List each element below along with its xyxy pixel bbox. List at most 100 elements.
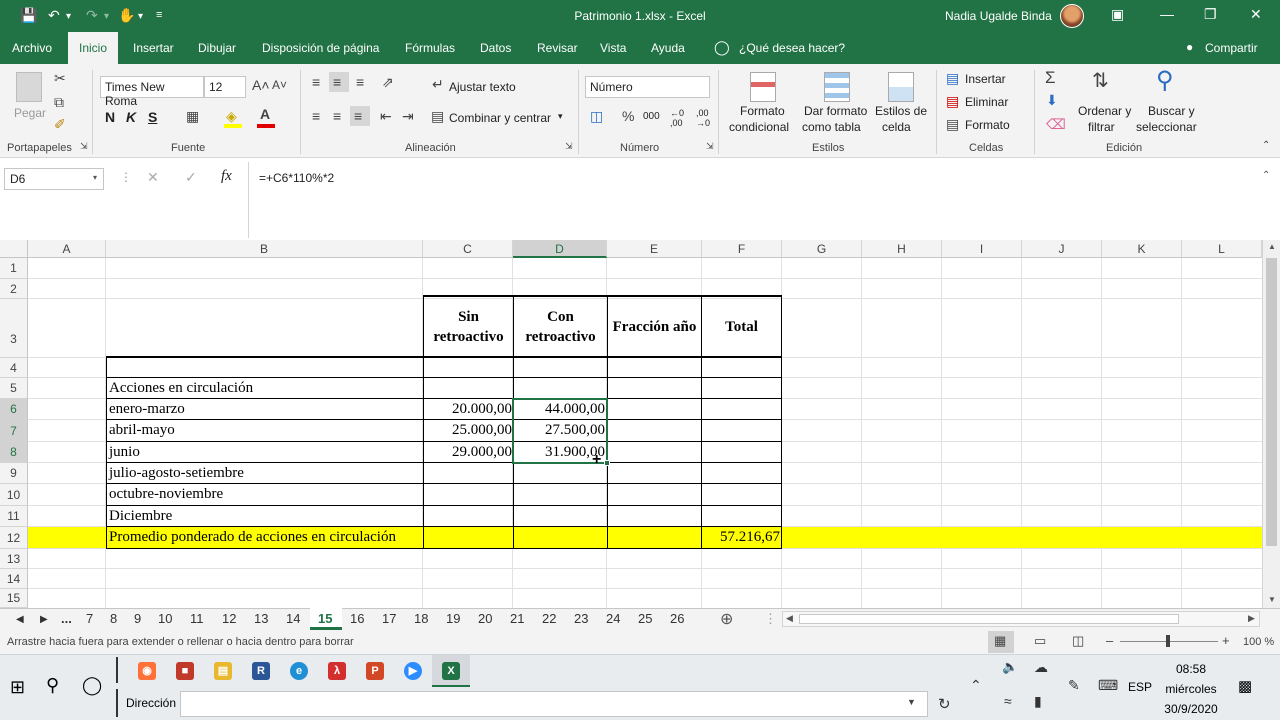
insert-function-icon[interactable]: fx — [221, 168, 232, 185]
ribbon-display-icon[interactable]: ▣ — [1111, 6, 1124, 23]
cut-icon[interactable]: ✂ — [54, 70, 66, 87]
delete-cells-icon[interactable]: ▤ — [946, 93, 959, 110]
pen-icon[interactable]: ✎ — [1068, 677, 1080, 694]
paste-button[interactable]: Pegar — [14, 106, 46, 120]
app-r-icon[interactable]: R — [252, 662, 270, 680]
cell-b11[interactable]: Diciembre — [109, 508, 172, 525]
col-header-f[interactable]: F — [702, 240, 782, 258]
tab-ayuda[interactable]: Ayuda — [651, 41, 685, 55]
windows-start-icon[interactable]: ⊞ — [10, 677, 25, 698]
cell-b10[interactable]: octubre-noviembre — [109, 486, 223, 503]
minimize-icon[interactable]: — — [1160, 6, 1174, 22]
cell-b7[interactable]: abril-mayo — [109, 422, 175, 439]
share-button[interactable]: Compartir — [1205, 41, 1258, 55]
undo-icon[interactable]: ↶ — [48, 7, 60, 24]
cell-styles-label-2[interactable]: celda — [882, 120, 911, 134]
wifi-icon[interactable]: ≈ — [1004, 693, 1012, 709]
select-all-corner[interactable] — [0, 240, 28, 258]
increase-indent-icon[interactable]: ⇥ — [402, 108, 414, 125]
number-format-select[interactable]: Número — [585, 76, 710, 98]
row-header-7[interactable]: 7 — [0, 420, 28, 442]
language-indicator[interactable]: ESP — [1128, 680, 1152, 694]
tab-formulas[interactable]: Fórmulas — [405, 41, 455, 55]
cell-c6[interactable]: 20.000,00 — [424, 401, 512, 418]
font-color-icon[interactable]: A — [260, 106, 270, 122]
dialog-launcher-icon[interactable]: ⇲ — [80, 141, 88, 152]
col-header-a[interactable]: A — [28, 240, 106, 258]
cloud-icon[interactable]: ☁ — [1034, 659, 1048, 676]
sheet-tab-22[interactable]: 22 — [542, 611, 556, 626]
decrease-decimal-icon[interactable]: ,00 →0 — [696, 108, 710, 128]
copy-icon[interactable]: ⧉ — [54, 94, 64, 111]
excel-icon[interactable]: X — [442, 662, 460, 680]
row-header-13[interactable]: 13 — [0, 549, 28, 569]
tell-me-search[interactable]: ¿Qué desea hacer? — [739, 41, 845, 55]
formula-input[interactable]: =+C6*110%*2 — [259, 171, 334, 185]
cell-b5[interactable]: Acciones en circulación — [109, 380, 253, 397]
chevron-up-icon[interactable]: ⌃ — [970, 677, 982, 694]
fill-icon[interactable]: ⬇ — [1046, 92, 1058, 109]
chevron-down-icon[interactable]: ▾ — [138, 11, 143, 22]
sheet-tab-21[interactable]: 21 — [510, 611, 524, 626]
chevron-down-icon[interactable]: ▾ — [93, 173, 97, 182]
grow-font-icon[interactable]: A˄ — [252, 77, 270, 93]
merge-center-icon[interactable]: ▤ — [431, 108, 444, 125]
scroll-down-icon[interactable]: ▼ — [1268, 595, 1276, 604]
row-header-4[interactable]: 4 — [0, 358, 28, 378]
italic-button[interactable]: K — [126, 109, 136, 125]
clear-icon[interactable]: ⌫ — [1046, 116, 1066, 133]
borders-icon[interactable]: ▦ — [186, 108, 199, 125]
cell-c8[interactable]: 29.000,00 — [424, 444, 512, 461]
row-header-9[interactable]: 9 — [0, 463, 28, 484]
row-header-12[interactable]: 12 — [0, 527, 28, 549]
save-icon[interactable]: 💾 — [20, 7, 37, 24]
chevron-down-icon[interactable]: ▾ — [104, 11, 109, 22]
sheet-tab-11[interactable]: 11 — [190, 611, 204, 626]
scroll-right-icon[interactable]: ▶ — [1248, 613, 1255, 624]
tab-inicio[interactable]: Inicio — [79, 41, 107, 55]
format-as-table-icon[interactable] — [824, 72, 850, 102]
search-icon[interactable]: ⚲ — [46, 675, 59, 696]
conditional-format-label-2[interactable]: condicional — [729, 120, 789, 134]
sort-filter-label-2[interactable]: filtrar — [1088, 120, 1115, 134]
sheet-tab-12[interactable]: 12 — [222, 611, 236, 626]
sheet-tab-18[interactable]: 18 — [414, 611, 428, 626]
redo-icon[interactable]: ↷ — [86, 7, 98, 24]
align-bottom-icon[interactable]: ≡ — [356, 74, 364, 90]
avatar[interactable] — [1060, 4, 1084, 28]
align-center-icon[interactable]: ≡ — [333, 108, 341, 124]
file-explorer-icon[interactable]: ▤ — [214, 662, 232, 680]
row-header-14[interactable]: 14 — [0, 569, 28, 589]
autosum-icon[interactable]: Σ — [1045, 68, 1056, 88]
collapse-formula-icon[interactable]: ⌃ — [1262, 170, 1270, 181]
sheet-tab-15[interactable]: 15 — [318, 611, 332, 626]
merge-center-button[interactable]: Combinar y centrar — [449, 111, 551, 125]
cell-styles-icon[interactable] — [888, 72, 914, 102]
thousands-separator-icon[interactable]: 000 — [643, 111, 660, 122]
format-as-table-label-1[interactable]: Dar formato — [804, 104, 867, 118]
check-icon[interactable]: ✓ — [185, 169, 197, 186]
scroll-left-icon[interactable]: ◀ — [786, 613, 793, 624]
sheet-tab-19[interactable]: 19 — [446, 611, 460, 626]
page-break-icon[interactable]: ◫ — [1072, 633, 1084, 649]
sheet-tab-9[interactable]: 9 — [134, 611, 141, 626]
add-sheet-icon[interactable]: ⊕ — [720, 609, 733, 629]
tab-insertar[interactable]: Insertar — [133, 41, 174, 55]
customize-qat-icon[interactable]: ≡ — [156, 9, 162, 21]
volume-icon[interactable]: 🔈 — [1002, 659, 1018, 675]
paste-icon[interactable] — [16, 72, 42, 102]
font-name-select[interactable]: Times New Roma — [100, 76, 204, 108]
page-layout-icon[interactable]: ▭ — [1034, 633, 1046, 649]
cancel-icon[interactable]: ✕ — [147, 169, 159, 186]
sort-filter-label-1[interactable]: Ordenar y — [1078, 104, 1131, 118]
font-size-select[interactable]: 12 — [204, 76, 246, 98]
tab-archivo[interactable]: Archivo — [12, 41, 52, 55]
collapse-ribbon-icon[interactable]: ⌃ — [1262, 140, 1270, 151]
align-right-icon[interactable]: ≡ — [354, 108, 362, 124]
cell-b6[interactable]: enero-marzo — [109, 401, 185, 418]
orientation-icon[interactable]: ⇗ — [382, 74, 394, 91]
user-name[interactable]: Nadia Ugalde Binda — [945, 9, 1052, 23]
refresh-icon[interactable]: ↻ — [938, 695, 951, 713]
cell-b9[interactable]: julio-agosto-setiembre — [109, 465, 244, 482]
bold-button[interactable]: N — [105, 109, 115, 125]
